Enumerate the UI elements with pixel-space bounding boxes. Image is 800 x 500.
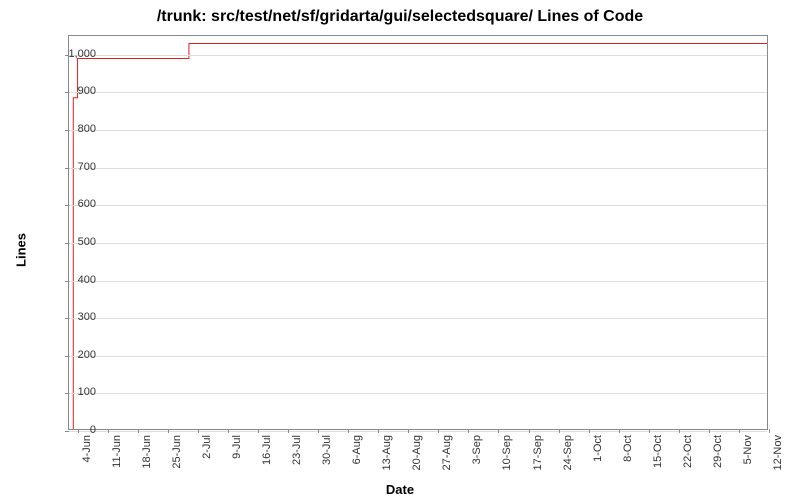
x-tick-mark [559, 429, 560, 433]
x-tick-label: 4-Jun [81, 435, 93, 463]
gridline [69, 92, 767, 93]
x-tick-label: 20-Aug [411, 435, 423, 470]
x-tick-mark [679, 429, 680, 433]
x-tick-label: 17-Sep [532, 435, 544, 470]
x-tick-label: 18-Jun [141, 435, 153, 469]
gridline [69, 130, 767, 131]
y-tick-label: 400 [56, 274, 96, 286]
x-tick-mark [709, 429, 710, 433]
y-tick-label: 700 [56, 161, 96, 173]
x-tick-mark [318, 429, 319, 433]
x-tick-label: 25-Jun [171, 435, 183, 469]
x-tick-label: 13-Aug [381, 435, 393, 470]
chart-title: /trunk: src/test/net/sf/gridarta/gui/sel… [0, 8, 800, 26]
gridline [69, 243, 767, 244]
x-tick-mark [408, 429, 409, 433]
gridline [69, 281, 767, 282]
gridline [69, 168, 767, 169]
x-tick-label: 6-Aug [351, 435, 363, 464]
gridline [69, 318, 767, 319]
x-tick-mark [258, 429, 259, 433]
x-tick-mark [649, 429, 650, 433]
y-tick-label: 100 [56, 386, 96, 398]
x-tick-mark [378, 429, 379, 433]
x-tick-mark [769, 429, 770, 433]
x-tick-mark [228, 429, 229, 433]
x-tick-mark [589, 429, 590, 433]
gridline [69, 55, 767, 56]
x-tick-mark [619, 429, 620, 433]
chart-container: /trunk: src/test/net/sf/gridarta/gui/sel… [0, 0, 800, 500]
gridline [69, 431, 767, 432]
x-tick-label: 16-Jul [261, 435, 273, 465]
gridline [69, 393, 767, 394]
x-tick-mark [739, 429, 740, 433]
x-tick-label: 30-Jul [321, 435, 333, 465]
x-tick-label: 2-Jul [201, 435, 213, 459]
x-tick-label: 23-Jul [291, 435, 303, 465]
x-tick-label: 10-Sep [501, 435, 513, 470]
x-tick-mark [168, 429, 169, 433]
x-tick-label: 27-Aug [441, 435, 453, 470]
x-tick-mark [438, 429, 439, 433]
line-series [69, 36, 767, 429]
x-tick-label: 3-Sep [471, 435, 483, 464]
x-tick-label: 5-Nov [742, 435, 754, 464]
plot-area [68, 35, 768, 430]
y-tick-label: 300 [56, 311, 96, 323]
x-tick-mark [529, 429, 530, 433]
x-tick-mark [288, 429, 289, 433]
y-tick-label: 1,000 [56, 48, 96, 60]
x-tick-label: 1-Oct [592, 435, 604, 462]
y-tick-label: 200 [56, 349, 96, 361]
y-tick-label: 800 [56, 123, 96, 135]
x-tick-label: 8-Oct [622, 435, 634, 462]
gridline [69, 205, 767, 206]
x-tick-label: 9-Jul [231, 435, 243, 459]
x-tick-mark [198, 429, 199, 433]
x-tick-mark [498, 429, 499, 433]
x-tick-label: 11-Jun [111, 435, 123, 468]
x-tick-mark [108, 429, 109, 433]
x-tick-label: 22-Oct [682, 435, 694, 468]
x-tick-label: 15-Oct [652, 435, 664, 468]
x-axis-label: Date [0, 482, 800, 497]
y-tick-label: 900 [56, 85, 96, 97]
x-tick-label: 29-Oct [712, 435, 724, 468]
x-tick-mark [348, 429, 349, 433]
y-axis-label: Lines [13, 233, 28, 267]
gridline [69, 356, 767, 357]
x-tick-label: 24-Sep [562, 435, 574, 470]
x-tick-mark [138, 429, 139, 433]
y-tick-label: 600 [56, 198, 96, 210]
x-tick-label: 12-Nov [772, 435, 784, 470]
y-tick-label: 500 [56, 236, 96, 248]
x-tick-mark [468, 429, 469, 433]
